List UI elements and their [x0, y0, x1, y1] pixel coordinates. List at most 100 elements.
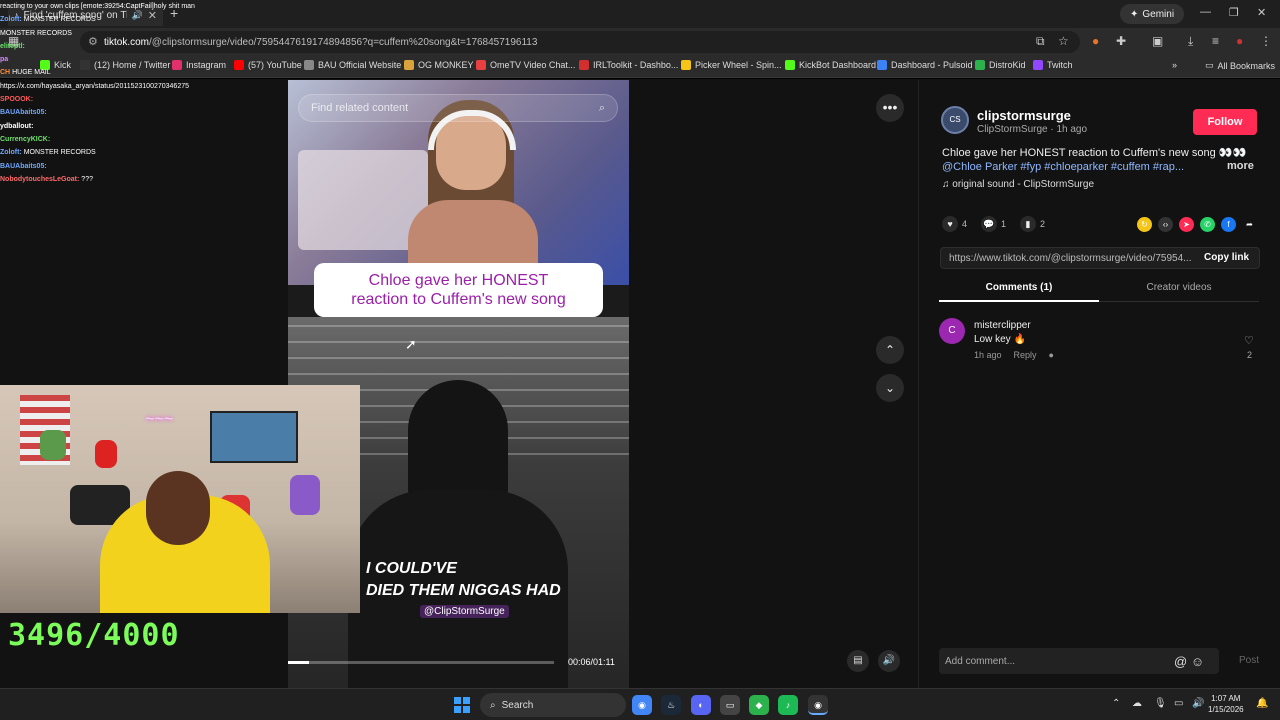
install-icon[interactable]: ⧉	[1036, 34, 1045, 49]
commenter-avatar[interactable]: C	[939, 318, 965, 344]
chat-username[interactable]: BAUAbaits05:	[0, 163, 47, 170]
discord-icon[interactable]: ◐	[691, 695, 711, 715]
send-icon[interactable]: ➤	[1179, 217, 1194, 232]
sidepanel-icon[interactable]: ▣	[1152, 34, 1163, 48]
sound-link[interactable]: ♫ original sound - ClipStormSurge	[942, 179, 1094, 190]
search-icon: ⌕	[490, 699, 496, 711]
chat-text: MONSTER RECORDS	[23, 149, 96, 157]
video-progress-bar[interactable]	[288, 661, 554, 664]
extensions-puzzle-icon[interactable]: ✚	[1116, 34, 1126, 48]
next-video-button[interactable]: ⌄	[876, 374, 904, 402]
media-icon[interactable]: ≡	[1212, 34, 1219, 48]
more-options-button[interactable]: •••	[876, 94, 904, 122]
video-lyric: I COULD'VE DIED THEM NIGGAS HAD	[366, 558, 561, 602]
repost-icon[interactable]: ↻	[1137, 217, 1152, 232]
app-icon[interactable]: ▭	[720, 695, 740, 715]
chrome-active-icon[interactable]: ◉	[808, 695, 828, 715]
follow-button[interactable]: Follow	[1193, 109, 1257, 135]
like-button[interactable]: ♥ 4	[942, 216, 967, 232]
bookmark-item[interactable]: (57) YouTube	[234, 60, 302, 70]
related-search-input[interactable]: Find related content ⌕	[298, 94, 618, 122]
tray-chevron-icon[interactable]: ⌃	[1112, 698, 1120, 709]
extension-icon[interactable]: ●	[1092, 34, 1099, 48]
bookmark-item[interactable]: KickBot Dashboard	[785, 60, 876, 70]
description-tags[interactable]: @Chloe Parker #fyp #chloeparker #cuffem …	[942, 160, 1262, 174]
bookmark-item[interactable]: Picker Wheel - Spin...	[681, 60, 782, 70]
whatsapp-icon[interactable]: ✆	[1200, 217, 1215, 232]
chrome-icon[interactable]: ◉	[632, 695, 652, 715]
blind-slat	[288, 325, 629, 327]
distrokid-icon	[975, 60, 985, 70]
tab-comments[interactable]: Comments (1)	[939, 282, 1099, 302]
chat-username[interactable]: Zoloft:	[0, 149, 22, 156]
notification-bell-icon[interactable]: 🔔	[1256, 698, 1268, 709]
system-clock[interactable]: 1:07 AM 1/15/2026	[1208, 693, 1244, 715]
comment-tools: @ ☺	[1174, 654, 1204, 669]
bookmark-item[interactable]: Twitch	[1033, 60, 1073, 70]
bookmark-item[interactable]: DistroKid	[975, 60, 1026, 70]
pip-icon[interactable]: ▤	[847, 650, 869, 672]
steam-icon[interactable]: ♨	[661, 695, 681, 715]
app-icon[interactable]: ◆	[749, 695, 769, 715]
bookmark-item[interactable]: Dashboard - Pulsoid	[877, 60, 973, 70]
save-button[interactable]: ▮ 2	[1020, 216, 1045, 232]
more-bookmarks-icon[interactable]: »	[1172, 60, 1177, 70]
blind-slat	[288, 373, 629, 375]
minimize-icon[interactable]: —	[1200, 6, 1211, 18]
gemini-button[interactable]: ✦ Gemini	[1120, 4, 1185, 24]
bookmark-label: Twitch	[1047, 60, 1073, 70]
restore-icon[interactable]: ❐	[1229, 6, 1239, 19]
reply-button[interactable]: Reply	[1014, 350, 1037, 360]
all-bookmarks-button[interactable]: ▭ All Bookmarks	[1205, 60, 1275, 71]
chat-username[interactable]: ydballout:	[0, 123, 33, 130]
tab-creator-videos[interactable]: Creator videos	[1099, 282, 1259, 293]
comment-like-icon[interactable]: ♡	[1244, 334, 1254, 347]
mention-icon[interactable]: @	[1174, 654, 1187, 669]
emoji-icon[interactable]: ☺	[1191, 654, 1204, 669]
post-comment-button[interactable]: Post	[1239, 655, 1259, 666]
caption-line-2: reaction to Cuffem's new song	[351, 291, 566, 308]
facebook-icon[interactable]: f	[1221, 217, 1236, 232]
share-icon[interactable]: ➦	[1242, 217, 1257, 232]
bookmark-item[interactable]: OG MONKEY	[404, 60, 474, 70]
chat-text: MONSTER RECORDS	[23, 16, 96, 24]
copy-link-button[interactable]: Copy link	[1204, 252, 1249, 263]
chat-username[interactable]: Zoloft:	[0, 16, 22, 23]
previous-video-button[interactable]: ⌃	[876, 336, 904, 364]
chat-username[interactable]: pa	[0, 56, 8, 63]
spotify-icon[interactable]: ♪	[778, 695, 798, 715]
video-link-text: https://www.tiktok.com/@clipstormsurge/v…	[949, 252, 1192, 264]
chat-username[interactable]: CH	[0, 69, 10, 76]
comment-button[interactable]: 💬 1	[981, 216, 1006, 232]
bookmark-star-icon[interactable]: ☆	[1058, 34, 1069, 48]
close-window-icon[interactable]: ✕	[1257, 6, 1266, 19]
more-link[interactable]: more	[1227, 160, 1254, 172]
creator-avatar[interactable]: CS	[941, 106, 969, 134]
chat-username[interactable]: CurrencyKICK:	[0, 136, 50, 143]
mic-icon[interactable]: 🎙	[1154, 698, 1167, 709]
chat-username[interactable]: BAUAbaits05:	[0, 109, 47, 116]
download-icon[interactable]: ⤓	[1188, 34, 1193, 49]
bookmark-item[interactable]: IRLToolkit - Dashbo...	[579, 60, 678, 70]
menu-kebab-icon[interactable]: ⋮	[1260, 34, 1272, 48]
windows-start-icon[interactable]	[454, 697, 470, 713]
toy-figure	[40, 430, 66, 460]
taskbar-search[interactable]: ⌕ Search	[480, 693, 626, 717]
chat-username[interactable]: NobodytouchesLeGoat:	[0, 176, 79, 183]
chat-text: HUGE MAIL	[12, 69, 51, 77]
chat-username[interactable]: SPOOOK:	[0, 96, 33, 103]
chat-username[interactable]: eliteptl:	[0, 43, 25, 50]
volume-icon[interactable]: 🔊	[878, 650, 900, 672]
onedrive-icon[interactable]: ☁	[1132, 698, 1142, 709]
bookmark-item[interactable]: BAU Official Website	[304, 60, 401, 70]
embed-icon[interactable]: ‹›	[1158, 217, 1173, 232]
comment-time: 1h ago	[974, 350, 1002, 360]
search-icon[interactable]: ⌕	[599, 102, 605, 115]
bookmark-item[interactable]: OmeTV Video Chat...	[476, 60, 575, 70]
profile-avatar-icon[interactable]: ●	[1236, 34, 1243, 48]
chat-message: reacting to your own clips [emote:39254:…	[0, 0, 240, 13]
speaker-icon[interactable]: 🔊	[1192, 698, 1204, 709]
network-icon[interactable]: ▭	[1174, 698, 1183, 709]
creator-username[interactable]: clipstormsurge	[977, 108, 1071, 123]
commenter-username[interactable]: misterclipper	[974, 320, 1031, 331]
